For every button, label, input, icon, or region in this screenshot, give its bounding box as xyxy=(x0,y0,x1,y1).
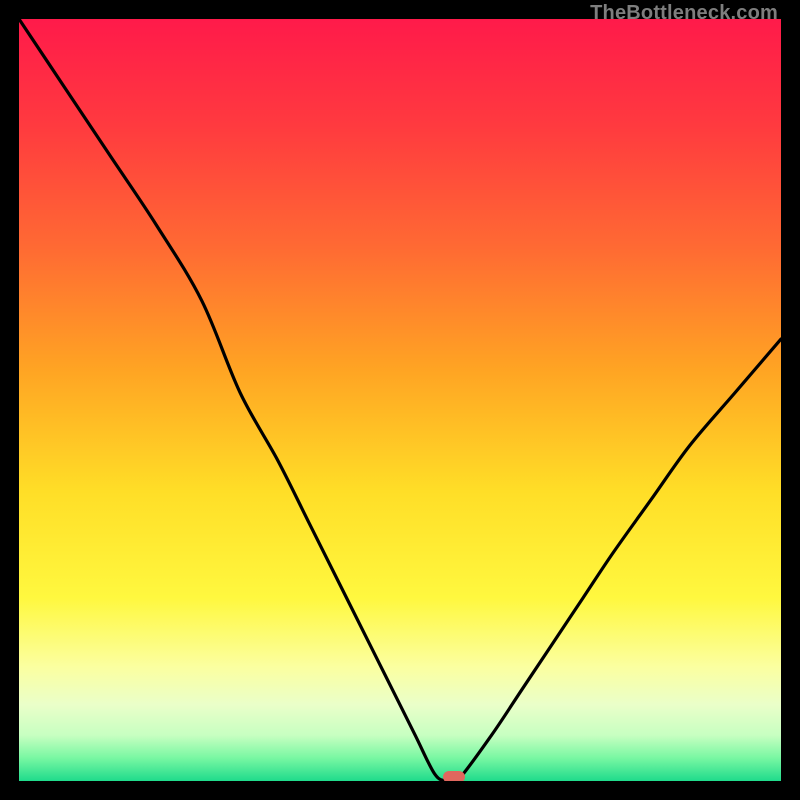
bottleneck-curve xyxy=(19,19,781,781)
chart-frame: TheBottleneck.com xyxy=(0,0,800,800)
optimal-point-marker xyxy=(443,771,465,781)
attribution-watermark: TheBottleneck.com xyxy=(590,2,778,25)
plot-area xyxy=(19,19,781,781)
